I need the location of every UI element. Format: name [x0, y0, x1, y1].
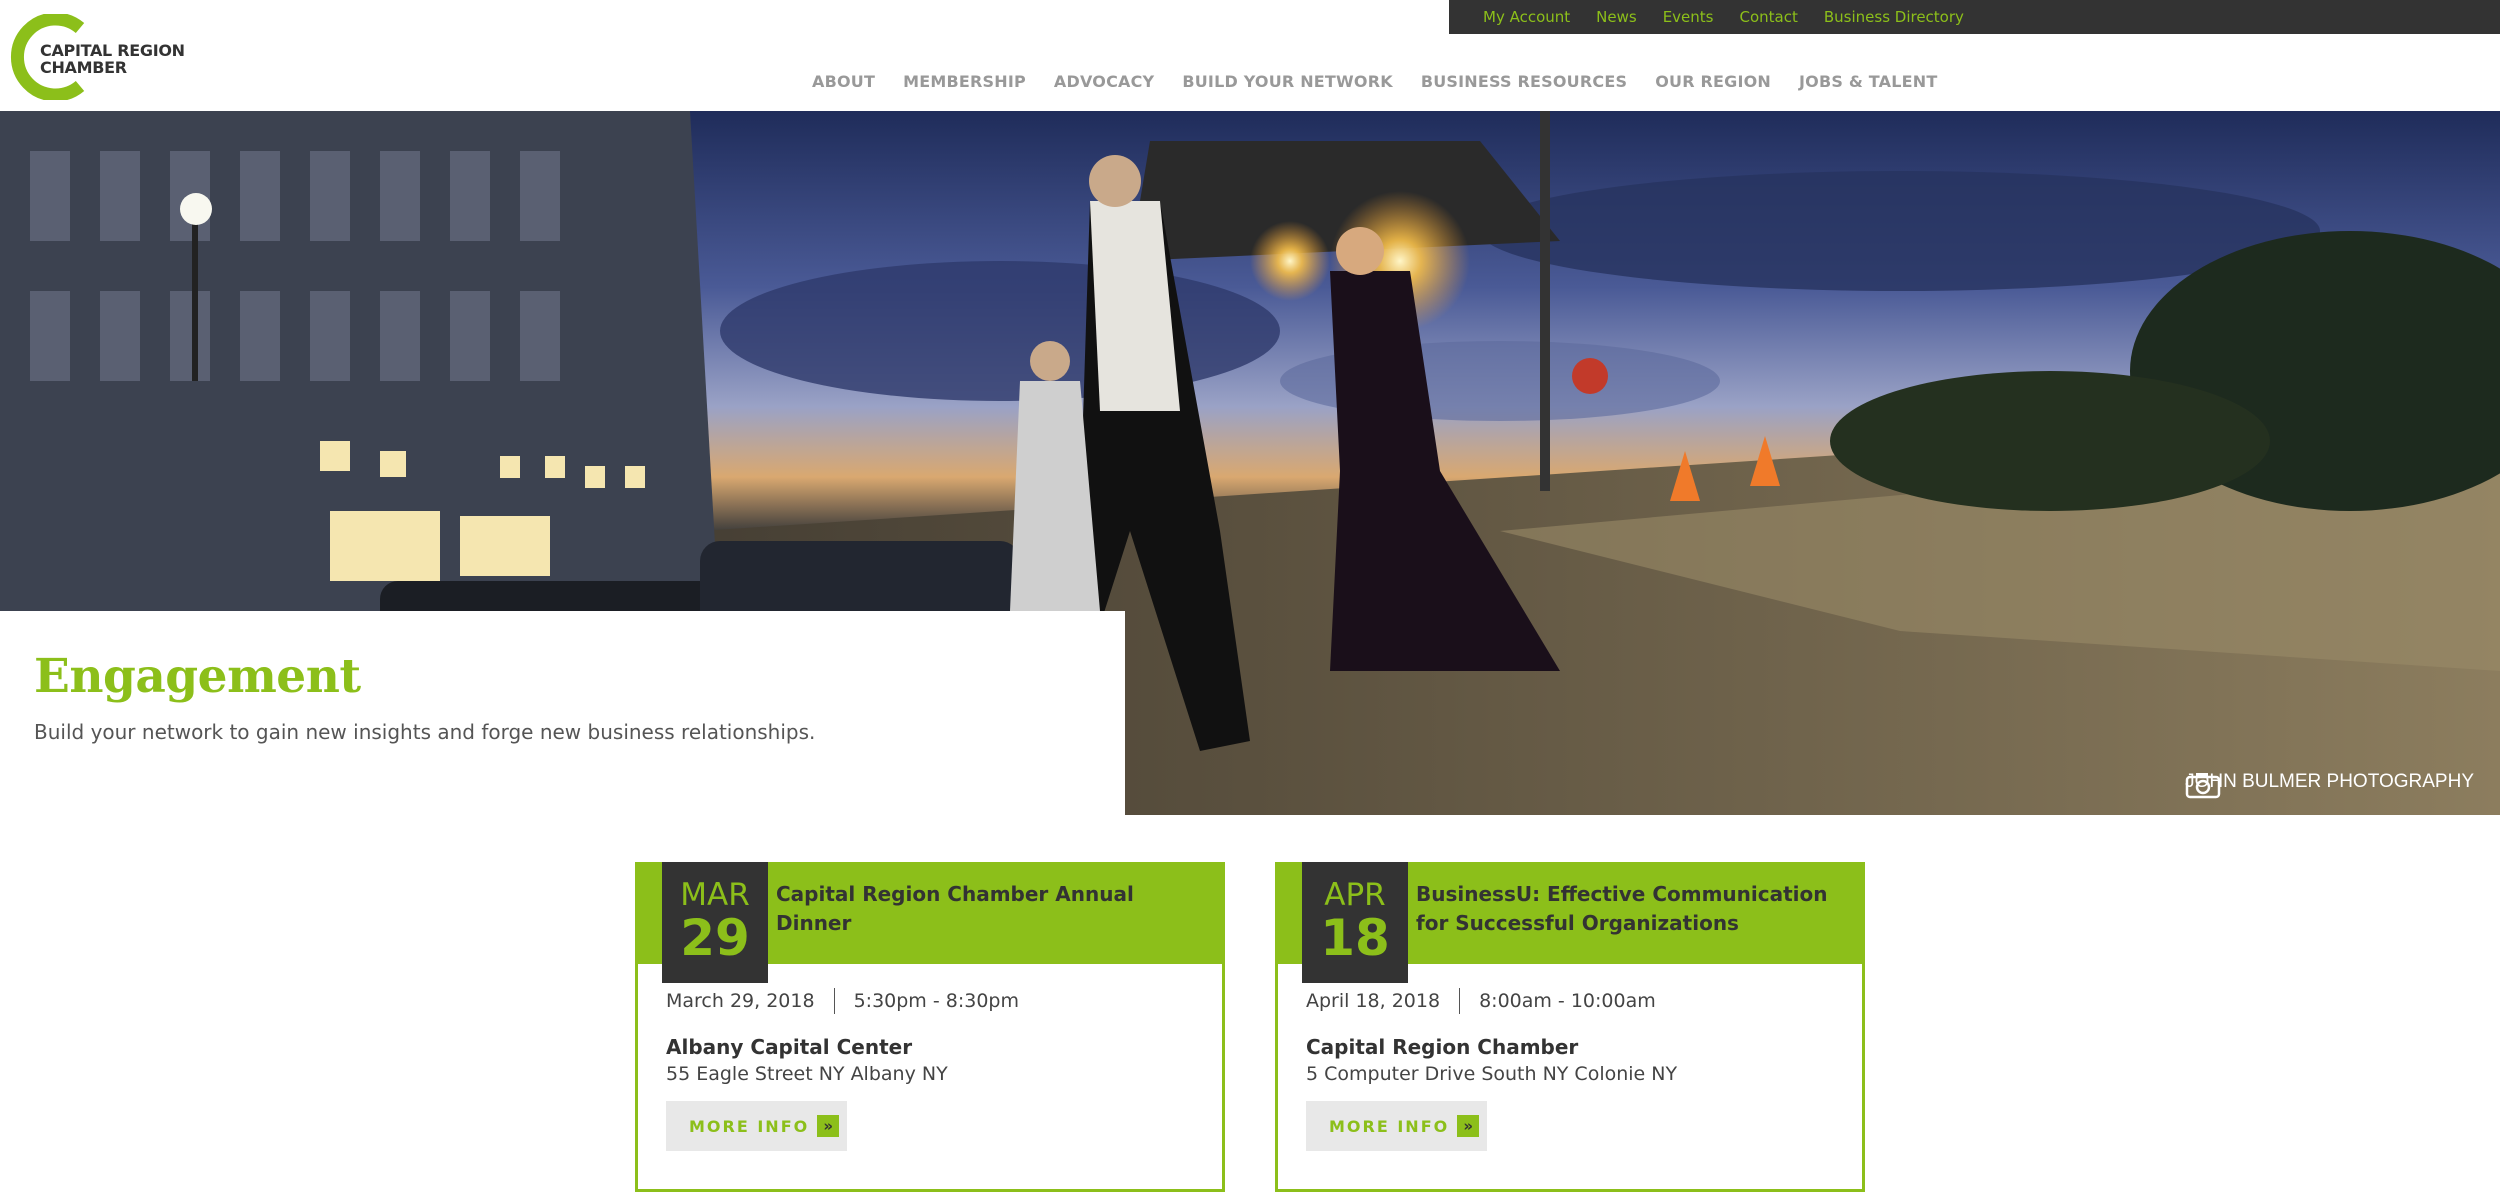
- more-info-label: MORE INFO: [1329, 1116, 1450, 1136]
- nav-business-resources[interactable]: BUSINESS RESOURCES: [1421, 72, 1627, 91]
- event-date: March 29, 2018: [666, 990, 815, 1012]
- more-info-label: MORE INFO: [689, 1116, 810, 1136]
- utility-nav: My Account News Events Contact Business …: [1449, 0, 2500, 34]
- event-when: March 29, 2018 5:30pm - 8:30pm: [666, 988, 1019, 1014]
- hero-text-panel: Engagement Build your network to gain ne…: [0, 611, 1125, 815]
- event-venue: Albany Capital Center: [666, 1035, 913, 1059]
- divider: [833, 988, 835, 1014]
- nav-about[interactable]: ABOUT: [812, 72, 875, 91]
- utility-link-business-directory[interactable]: Business Directory: [1824, 8, 1964, 26]
- event-when: April 18, 2018 8:00am - 10:00am: [1306, 988, 1656, 1014]
- event-date-badge: APR 18: [1302, 862, 1408, 983]
- site-logo[interactable]: CAPITAL REGION CHAMBER: [10, 14, 200, 100]
- event-month: MAR: [680, 877, 750, 913]
- event-card: APR 18 BusinessU: Effective Communicatio…: [1275, 862, 1865, 1192]
- hero-title: Engagement: [34, 649, 361, 704]
- nav-build-your-network[interactable]: BUILD YOUR NETWORK: [1182, 72, 1393, 91]
- event-time: 5:30pm - 8:30pm: [853, 990, 1019, 1012]
- photo-credit-text: JOHN BULMER PHOTOGRAPHY: [2185, 771, 2474, 792]
- nav-jobs-talent[interactable]: JOBS & TALENT: [1799, 72, 1937, 91]
- nav-advocacy[interactable]: ADVOCACY: [1054, 72, 1154, 91]
- nav-our-region[interactable]: OUR REGION: [1655, 72, 1771, 91]
- photo-credit: JOHN BULMER PHOTOGRAPHY: [2185, 771, 2474, 799]
- camera-icon: [2185, 773, 2221, 799]
- logo-text: CAPITAL REGION CHAMBER: [40, 42, 185, 76]
- logo-line-2: CHAMBER: [40, 58, 127, 77]
- event-date: April 18, 2018: [1306, 990, 1441, 1012]
- event-month: APR: [1324, 877, 1386, 913]
- utility-link-my-account[interactable]: My Account: [1483, 8, 1570, 26]
- nav-membership[interactable]: MEMBERSHIP: [903, 72, 1026, 91]
- event-address: 5 Computer Drive South NY Colonie NY: [1306, 1063, 1678, 1085]
- utility-link-contact[interactable]: Contact: [1740, 8, 1798, 26]
- divider: [1459, 988, 1461, 1014]
- event-title[interactable]: BusinessU: Effective Communication for S…: [1416, 880, 1836, 938]
- double-chevron-right-icon: »: [1457, 1115, 1480, 1137]
- more-info-button[interactable]: MORE INFO »: [666, 1101, 847, 1151]
- event-card: MAR 29 Capital Region Chamber Annual Din…: [635, 862, 1225, 1192]
- hero-subtitle: Build your network to gain new insights …: [34, 720, 816, 744]
- event-date-badge: MAR 29: [662, 862, 768, 983]
- double-chevron-right-icon: »: [817, 1115, 840, 1137]
- event-day: 29: [680, 909, 750, 967]
- event-day: 18: [1320, 909, 1390, 967]
- more-info-button[interactable]: MORE INFO »: [1306, 1101, 1487, 1151]
- logo-line-1: CAPITAL REGION: [40, 41, 185, 60]
- main-nav: ABOUT MEMBERSHIP ADVOCACY BUILD YOUR NET…: [812, 68, 1965, 94]
- event-venue: Capital Region Chamber: [1306, 1035, 1579, 1059]
- event-title[interactable]: Capital Region Chamber Annual Dinner: [776, 880, 1196, 938]
- event-time: 8:00am - 10:00am: [1479, 990, 1656, 1012]
- utility-link-news[interactable]: News: [1596, 8, 1637, 26]
- event-address: 55 Eagle Street NY Albany NY: [666, 1063, 948, 1085]
- utility-link-events[interactable]: Events: [1663, 8, 1714, 26]
